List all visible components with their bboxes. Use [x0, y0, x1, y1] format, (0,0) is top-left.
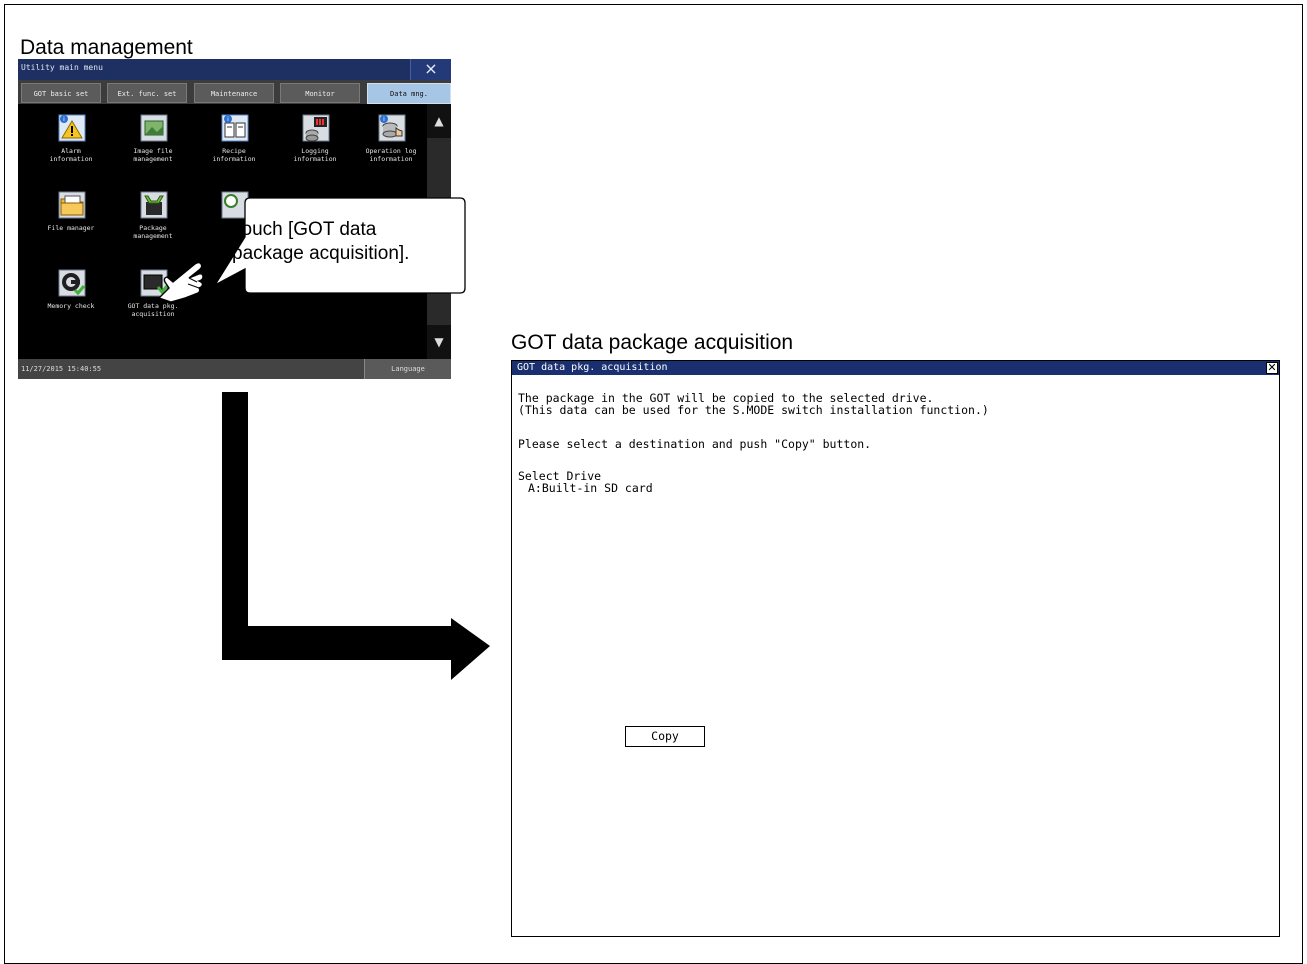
callout-text: Touch [GOT data package acquisition].: [232, 218, 409, 266]
operation-log-information-item[interactable]: i Operation log information: [356, 114, 426, 184]
recipe-information-item[interactable]: i Recipe information: [199, 114, 269, 184]
file-manager-icon: [58, 191, 86, 219]
scroll-up-icon[interactable]: ▲: [427, 104, 451, 138]
got-data-pkg-acquisition-dialog: GOT data pkg. acquisition ✕ The package …: [511, 360, 1280, 937]
image-file-label-1: Image file: [133, 147, 173, 155]
copy-button[interactable]: Copy: [625, 726, 705, 747]
language-button[interactable]: Language: [364, 359, 451, 379]
utility-title: Utility main menu: [21, 63, 103, 72]
tab-data-mng[interactable]: Data mng.: [367, 83, 451, 104]
recipe-info-icon: i: [221, 114, 249, 142]
alarm-info-icon: i: [58, 114, 86, 142]
caption-data-management: Data management: [20, 36, 193, 59]
pointing-hand-icon: [157, 261, 204, 302]
dialog-description-line-2: (This data can be used for the S.MODE sw…: [518, 403, 989, 417]
caption-got-data-package-acquisition: GOT data package acquisition: [511, 331, 794, 354]
callout-line-2: package acquisition].: [232, 243, 410, 264]
image-file-label-2: management: [133, 155, 173, 163]
operation-log-label-2: information: [369, 155, 413, 163]
status-time: 11/27/2015 15:40:55: [21, 365, 102, 373]
memory-check-label-1: Memory check: [47, 302, 95, 310]
operation-log-label-1: Operation log: [365, 147, 417, 155]
package-management-icon: [140, 191, 168, 219]
logging-label-2: information: [293, 155, 337, 163]
close-icon[interactable]: ✕: [1266, 362, 1278, 374]
callout-line-1: Touch [GOT data: [232, 219, 377, 240]
utility-tab-bar: GOT basic set Ext. func. set Maintenance…: [18, 80, 451, 104]
scroll-down-icon[interactable]: ▼: [427, 325, 451, 359]
recipe-label-1: Recipe: [222, 147, 246, 155]
package-management-label-1: Package: [139, 224, 167, 232]
memory-check-item[interactable]: Memory check: [36, 269, 106, 339]
tab-got-basic-set[interactable]: GOT basic set: [21, 83, 101, 103]
package-management-label-2: management: [133, 232, 173, 240]
image-file-icon: [140, 114, 168, 142]
tab-monitor[interactable]: Monitor: [280, 83, 360, 103]
alarm-information-label-2: information: [49, 155, 93, 163]
dialog-instruction: Please select a destination and push "Co…: [518, 437, 872, 451]
file-manager-item[interactable]: File manager: [36, 191, 106, 261]
tab-maintenance[interactable]: Maintenance: [194, 83, 274, 103]
dialog-title-bar: GOT data pkg. acquisition ✕: [512, 361, 1279, 375]
tab-ext-func-set[interactable]: Ext. func. set: [107, 83, 187, 103]
recipe-label-2: information: [212, 155, 256, 163]
logging-information-item[interactable]: Logging information: [280, 114, 350, 184]
logging-info-icon: [302, 114, 330, 142]
logging-label-1: Logging: [301, 147, 329, 155]
utility-status-bar: 11/27/2015 15:40:55 Language: [18, 359, 451, 379]
memory-check-icon: [58, 269, 86, 297]
drive-option-a[interactable]: A:Built-in SD card: [528, 482, 653, 495]
utility-title-bar: Utility main menu ×: [18, 59, 451, 80]
got-data-pkg-label-2: acquisition: [131, 310, 175, 318]
operation-log-icon: i: [378, 114, 406, 142]
got-data-pkg-label-1: GOT data pkg.: [127, 302, 179, 310]
package-management-item[interactable]: Package management: [118, 191, 188, 261]
transition-arrow-icon: [222, 392, 490, 680]
dialog-title: GOT data pkg. acquisition: [517, 362, 668, 373]
close-icon[interactable]: ×: [410, 59, 451, 80]
alarm-information-label-1: Alarm: [61, 147, 81, 155]
file-manager-label-1: File manager: [47, 224, 95, 232]
image-file-management-item[interactable]: Image file management: [118, 114, 188, 184]
alarm-information-item[interactable]: i Alarm information: [36, 114, 106, 184]
